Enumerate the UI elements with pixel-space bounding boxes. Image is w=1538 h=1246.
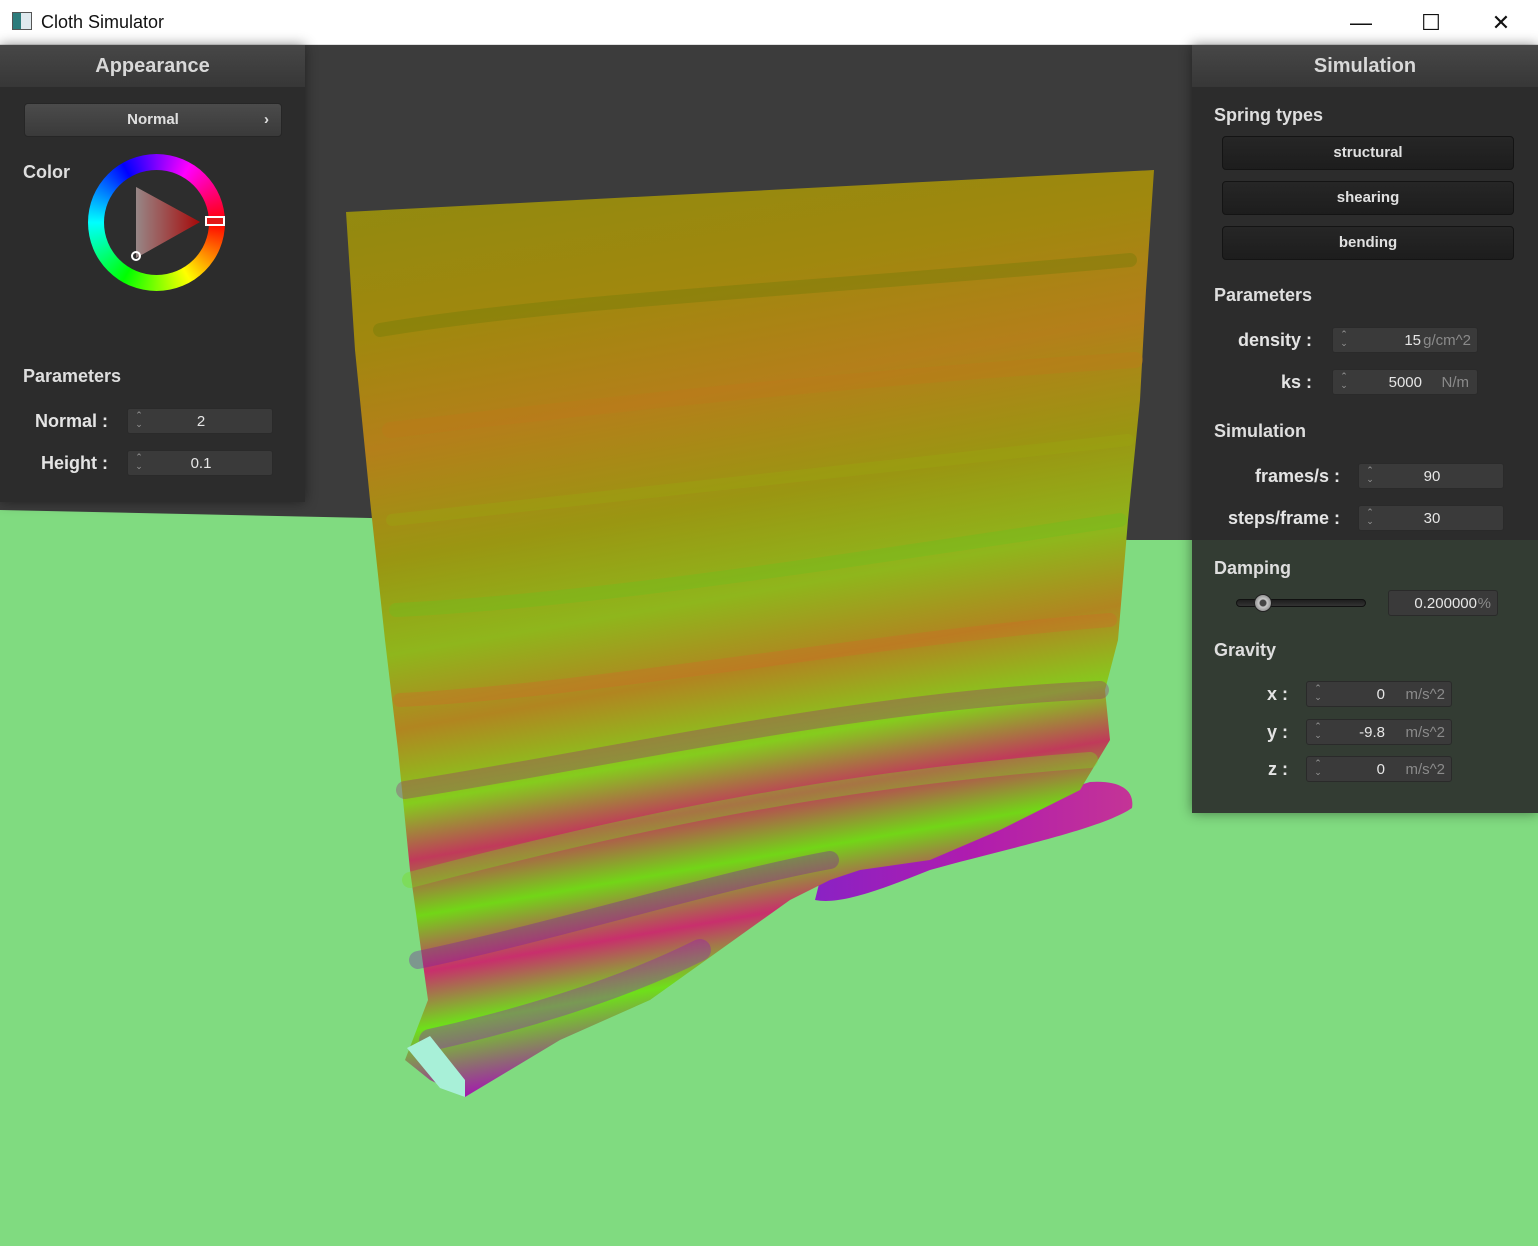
steps-label: steps/frame :: [1227, 508, 1340, 528]
window-title-bar: Cloth Simulator — ☐ ✕: [0, 0, 1538, 45]
steps-input[interactable]: ⌃ ⌄ 30: [1358, 505, 1504, 531]
damping-label: Damping: [1214, 558, 1292, 578]
color-wheel[interactable]: [88, 154, 225, 291]
spinner-icon[interactable]: ⌃ ⌄: [1313, 722, 1323, 740]
damping-input[interactable]: 0.200000 %: [1388, 590, 1498, 616]
spinner-icon[interactable]: ⌃ ⌄: [1339, 372, 1349, 390]
gravity-label: Gravity: [1214, 640, 1277, 660]
steps-value: 30: [1423, 510, 1441, 527]
gravity-y-label: y :: [1266, 722, 1288, 742]
hue-marker[interactable]: [205, 216, 225, 226]
density-value: 15: [1404, 332, 1421, 349]
gravity-x-input[interactable]: ⌃ ⌄ 0 m/s^2: [1306, 681, 1452, 707]
ks-label: ks :: [1280, 372, 1312, 392]
normal-label: Normal :: [34, 411, 108, 431]
ks-value: 5000: [1388, 374, 1422, 391]
appearance-header: Appearance: [0, 45, 305, 87]
shader-select-label: Normal: [127, 111, 179, 128]
gravity-x-label: x :: [1266, 684, 1288, 704]
height-value: 0.1: [190, 455, 212, 472]
shader-select[interactable]: Normal ›: [24, 103, 282, 137]
bending-button[interactable]: bending: [1222, 226, 1514, 260]
height-input[interactable]: ⌃ ⌄ 0.1: [127, 450, 273, 476]
gravity-x-value: 0: [1376, 686, 1385, 703]
spinner-icon[interactable]: ⌃ ⌄: [1313, 684, 1323, 702]
gravity-y-unit: m/s^2: [1405, 724, 1445, 741]
damping-value: 0.200000: [1414, 595, 1477, 612]
damping-slider-handle[interactable]: [1254, 594, 1272, 612]
gravity-z-label: z :: [1268, 759, 1288, 779]
gravity-y-value: -9.8: [1359, 724, 1385, 741]
fps-label: frames/s :: [1254, 466, 1340, 486]
close-button[interactable]: ✕: [1466, 0, 1536, 45]
appearance-parameters-label: Parameters: [23, 366, 122, 386]
gravity-x-unit: m/s^2: [1405, 686, 1445, 703]
gravity-z-input[interactable]: ⌃ ⌄ 0 m/s^2: [1306, 756, 1452, 782]
height-label: Height :: [41, 453, 108, 473]
chevron-right-icon: ›: [264, 111, 269, 128]
gravity-y-input[interactable]: ⌃ ⌄ -9.8 m/s^2: [1306, 719, 1452, 745]
gravity-z-unit: m/s^2: [1405, 761, 1445, 778]
shearing-button[interactable]: shearing: [1222, 181, 1514, 215]
window-title: Cloth Simulator: [41, 12, 165, 32]
maximize-button[interactable]: ☐: [1396, 0, 1466, 45]
minimize-button[interactable]: —: [1326, 0, 1396, 45]
density-unit: g/cm^2: [1423, 332, 1471, 349]
app-icon: [12, 12, 32, 30]
spinner-icon[interactable]: ⌃ ⌄: [1313, 759, 1323, 777]
sim-parameters-label: Parameters: [1214, 285, 1313, 305]
fps-input[interactable]: ⌃ ⌄ 90: [1358, 463, 1504, 489]
damping-unit: %: [1477, 595, 1491, 612]
spring-types-label: Spring types: [1214, 105, 1324, 125]
simulation-label: Simulation: [1214, 421, 1307, 441]
fps-value: 90: [1423, 468, 1441, 485]
ks-input[interactable]: ⌃ ⌄ 5000 N/m: [1332, 369, 1478, 395]
structural-button[interactable]: structural: [1222, 136, 1514, 170]
color-label: Color: [23, 162, 70, 182]
gravity-z-value: 0: [1376, 761, 1385, 778]
density-label: density :: [1237, 330, 1312, 350]
normal-value: 2: [196, 413, 206, 430]
density-input[interactable]: ⌃ ⌄ 15 g/cm^2: [1332, 327, 1478, 353]
spinner-icon[interactable]: ⌃ ⌄: [1339, 330, 1349, 348]
ks-unit: N/m: [1441, 374, 1470, 391]
simulation-header: Simulation: [1192, 45, 1538, 87]
normal-input[interactable]: ⌃ ⌄ 2: [127, 408, 273, 434]
